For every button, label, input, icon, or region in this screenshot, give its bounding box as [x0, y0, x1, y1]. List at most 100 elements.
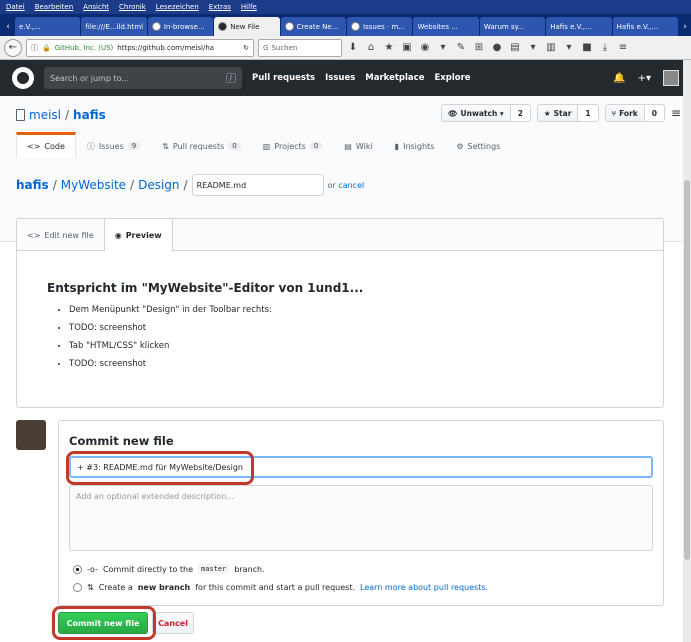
home-icon[interactable]: ⌂: [364, 41, 378, 55]
browser-tab[interactable]: Hafis e.V.,...: [546, 17, 612, 36]
cancel-button[interactable]: Cancel: [152, 612, 194, 634]
star-button-group: ★ Star 1: [536, 104, 599, 122]
tab-edit-new-file[interactable]: <> Edit new file: [17, 219, 105, 251]
menu-tools[interactable]: Extras: [209, 3, 231, 11]
extension-icon[interactable]: ■: [580, 41, 594, 55]
browser-tab[interactable]: In-browse...: [147, 17, 214, 36]
back-arrow-icon[interactable]: ←: [4, 38, 22, 57]
cancel-link[interactable]: cancel: [338, 181, 364, 190]
nav-marketplace[interactable]: Marketplace: [365, 73, 424, 83]
list-item: TODO: screenshot: [69, 359, 633, 369]
menu-view[interactable]: Ansicht: [83, 3, 109, 11]
menu-history[interactable]: Chronik: [119, 3, 146, 11]
browser-search-input[interactable]: G Suchen: [258, 38, 342, 57]
tab-label: Projects: [274, 141, 306, 151]
tab-label: file:///E...ild.html: [85, 22, 144, 31]
search-shortcut-key: /: [225, 73, 236, 83]
create-new-plus-icon[interactable]: +▾: [638, 73, 651, 84]
tab-projects[interactable]: ▥ Projects 0: [252, 132, 334, 158]
notification-bell-icon[interactable]: 🔔: [613, 73, 625, 84]
tab-scroll-left-icon[interactable]: ‹: [2, 17, 14, 36]
github-search-input[interactable]: Search or jump to... /: [44, 67, 242, 89]
breadcrumb-root-link[interactable]: hafis: [16, 178, 49, 192]
browser-tab[interactable]: Websites ...: [413, 17, 479, 36]
tab-scroll-right-icon[interactable]: ›: [679, 17, 691, 36]
learn-more-link[interactable]: Learn more about pull requests.: [360, 583, 488, 592]
lock-icon: 🔒: [42, 43, 51, 52]
extension-icon[interactable]: ✎: [454, 41, 468, 55]
extension-icon[interactable]: ▥: [544, 41, 558, 55]
scrollbar-thumb[interactable]: [684, 180, 690, 560]
tab-wiki[interactable]: ▤ Wiki: [333, 132, 383, 158]
radio-new-branch[interactable]: [73, 583, 82, 592]
watch-count[interactable]: 2: [510, 104, 531, 122]
nav-explore[interactable]: Explore: [434, 73, 470, 83]
star-button[interactable]: ★ Star: [536, 104, 579, 122]
tab-insights[interactable]: ▮ Insights: [384, 132, 446, 158]
reload-icon[interactable]: ↻: [243, 44, 249, 52]
menu-help[interactable]: Hilfe: [241, 3, 257, 11]
scrollbar[interactable]: [683, 60, 691, 642]
breadcrumb-dir-link[interactable]: MyWebsite: [61, 178, 126, 192]
star-count[interactable]: 1: [578, 104, 599, 122]
tab-code[interactable]: <> Code: [16, 132, 76, 158]
breadcrumb-separator: /: [183, 178, 188, 192]
breadcrumb-dir-link[interactable]: Design: [138, 178, 179, 192]
bookmark-star-icon[interactable]: ★: [382, 41, 396, 55]
tab-settings[interactable]: ⚙ Settings: [445, 132, 511, 158]
browser-tab[interactable]: Hafis e.V.,...: [612, 17, 679, 36]
option-text: branch.: [234, 564, 265, 574]
pocket-icon[interactable]: ▣: [400, 41, 414, 55]
filename-input[interactable]: README.md: [191, 174, 324, 196]
browser-tab[interactable]: Warum sy...: [479, 17, 546, 36]
tab-issues[interactable]: ⓘ Issues 9: [76, 132, 151, 158]
unwatch-button[interactable]: 👁 Unwatch ▾: [440, 104, 511, 122]
commit-form: Commit new file + #3: README.md für MyWe…: [58, 420, 664, 606]
menu-bookmarks[interactable]: Lesezeichen: [156, 3, 199, 11]
github-logo-icon[interactable]: [12, 67, 34, 89]
download-icon[interactable]: ⬇: [346, 41, 360, 55]
extension-icon[interactable]: ▤: [508, 41, 522, 55]
repo-name-link[interactable]: hafis: [73, 108, 106, 122]
browser-tab[interactable]: file:///E...ild.html: [81, 17, 147, 36]
nav-pull-requests[interactable]: Pull requests: [252, 73, 315, 83]
nav-issues[interactable]: Issues: [325, 73, 355, 83]
browser-tab[interactable]: Issues · m...: [347, 17, 413, 36]
browser-tab-active[interactable]: New File: [214, 17, 280, 36]
commit-description-textarea[interactable]: Add an optional extended description...: [69, 485, 653, 551]
commit-new-file-button[interactable]: Commit new file: [58, 612, 148, 634]
project-icon: ▥: [262, 141, 271, 151]
extension-icon[interactable]: ▾: [526, 41, 540, 55]
tab-label: Wiki: [355, 141, 373, 151]
menu-edit[interactable]: Bearbeiten: [35, 3, 73, 11]
user-avatar[interactable]: [663, 70, 679, 86]
commit-message-input[interactable]: + #3: README.md für MyWebsite/Design: [69, 456, 653, 478]
extension-icon[interactable]: ⊞: [472, 41, 486, 55]
color-picker-icon[interactable]: ●: [490, 41, 504, 55]
fork-button[interactable]: ⑂ Fork: [604, 104, 645, 122]
radio-commit-direct[interactable]: [73, 564, 82, 574]
tab-preview[interactable]: ◉ Preview: [104, 219, 173, 252]
tab-pull-requests[interactable]: ⇅ Pull requests 0: [151, 132, 252, 158]
download-tray-icon[interactable]: ⤓: [598, 41, 612, 55]
github-global-nav: Pull requests Issues Marketplace Explore: [252, 73, 471, 83]
hamburger-menu-icon[interactable]: ≡: [671, 106, 681, 120]
fork-count[interactable]: 0: [644, 104, 665, 122]
editor-tabs: <> Edit new file ◉ Preview: [17, 219, 663, 252]
tab-label: Insights: [403, 141, 435, 151]
url-bar[interactable]: ⓘ 🔒 GitHub, Inc. (US) https://github.com…: [26, 38, 254, 57]
file-path-breadcrumb: hafis / MyWebsite / Design / README.md o…: [16, 174, 364, 196]
browser-tab[interactable]: Create Ne...: [280, 17, 347, 36]
extension-icon[interactable]: ▾: [436, 41, 450, 55]
browser-tab[interactable]: e.V.,...: [15, 17, 81, 36]
extension-icon[interactable]: ▾: [562, 41, 576, 55]
hamburger-menu-icon[interactable]: ≡: [616, 41, 630, 55]
info-icon[interactable]: ⓘ: [31, 43, 38, 53]
option-bold-text: new branch: [137, 583, 191, 592]
browser-navbar: ← ⓘ 🔒 GitHub, Inc. (US) https://github.c…: [0, 36, 691, 60]
menu-file[interactable]: Datei: [6, 3, 25, 11]
extension-icon[interactable]: ◉: [418, 41, 432, 55]
repo-owner-link[interactable]: meisl: [29, 108, 61, 122]
github-favicon-icon: [284, 22, 294, 31]
github-header: Search or jump to... / Pull requests Iss…: [0, 60, 691, 96]
